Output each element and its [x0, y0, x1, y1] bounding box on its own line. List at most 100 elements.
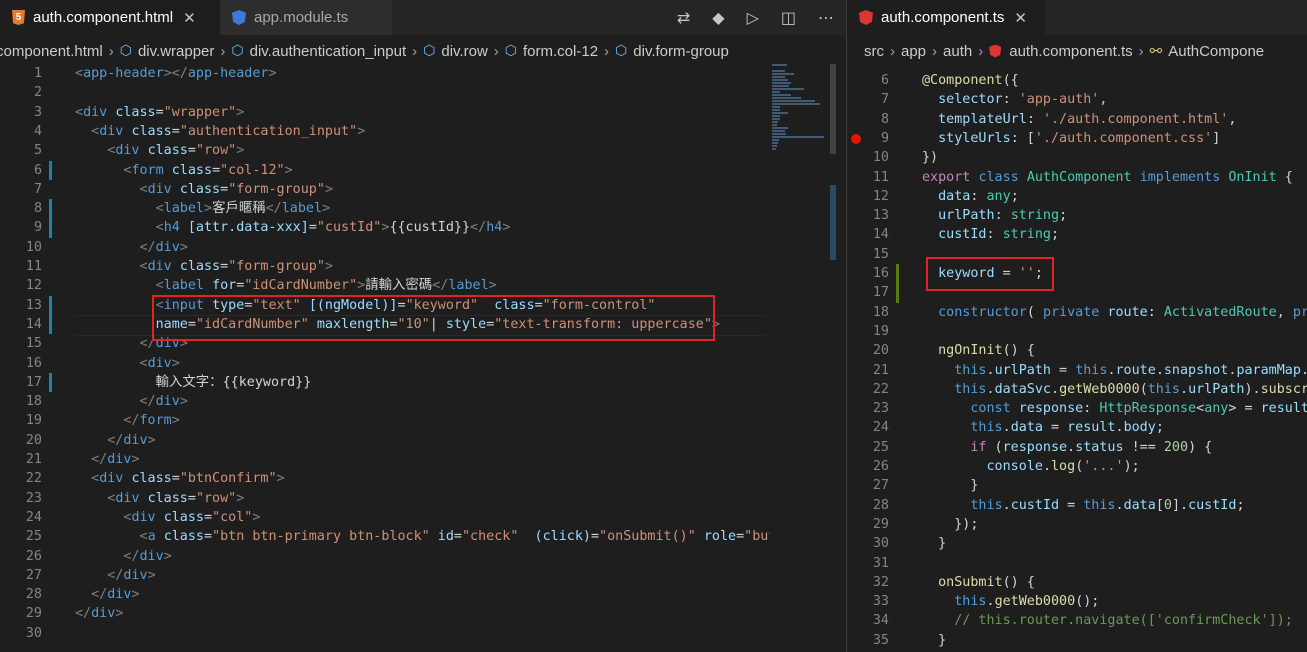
line-number: 26 — [872, 459, 889, 474]
breakpoint-icon[interactable] — [851, 134, 861, 144]
line-number: 11 — [25, 259, 42, 274]
line-number: 19 — [25, 413, 42, 429]
chevron-right-icon: › — [1138, 42, 1144, 60]
breadcrumb-item[interactable]: component.html — [0, 43, 103, 60]
code-text: </div> — [75, 606, 124, 622]
minimap-line — [772, 139, 780, 141]
minimap[interactable] — [770, 64, 830, 154]
breadcrumb-item[interactable]: div.form-group — [633, 43, 729, 60]
breadcrumb-item[interactable]: div.wrapper — [138, 43, 214, 60]
breadcrumb-item[interactable]: src — [864, 43, 884, 60]
breadcrumb-item[interactable]: form.col-12 — [523, 43, 598, 60]
tab-app-module-ts[interactable]: app.module.ts — [220, 0, 392, 35]
line-number: 30 — [25, 625, 42, 641]
line-number: 12 — [872, 188, 889, 204]
close-icon[interactable]: ✕ — [1014, 9, 1027, 27]
code-line: 4 <div class="authentication_input"> — [0, 122, 846, 141]
minimap-line — [772, 106, 781, 108]
line-number: 26 — [25, 548, 42, 564]
minimap-line — [772, 136, 825, 138]
code-text: console.log('...'); — [986, 459, 1140, 474]
line-number: 17 — [872, 285, 889, 301]
minimap-line — [772, 103, 820, 105]
code-line: 19 — [847, 322, 1307, 341]
line-number: 1 — [33, 66, 42, 81]
code-text: } — [922, 632, 947, 648]
code-text: <div class="btnConfirm"> — [91, 471, 285, 487]
line-number: 22 — [25, 471, 42, 487]
breadcrumb-item[interactable]: div.row — [441, 43, 487, 60]
line-number: 31 — [872, 555, 889, 571]
element-icon: ⬡ — [231, 43, 244, 59]
minimap-line — [772, 133, 786, 135]
minimap-line — [772, 79, 789, 81]
modified-line-indicator[interactable] — [49, 372, 52, 393]
close-icon[interactable]: ✕ — [183, 9, 196, 27]
element-icon: ⬡ — [423, 43, 436, 59]
code-line: 20 </div> — [0, 431, 846, 450]
line-number: 27 — [25, 567, 42, 583]
code-line: 22 <div class="btnConfirm"> — [0, 469, 846, 488]
code-line: 21 </div> — [0, 450, 846, 469]
code-line: 32 onSubmit() { — [847, 573, 1307, 592]
breadcrumb-item[interactable]: AuthCompone — [1168, 43, 1264, 60]
minimap-line — [772, 115, 781, 117]
line-number: 5 — [33, 143, 42, 159]
line-number: 21 — [25, 452, 42, 467]
line-number: 7 — [880, 92, 889, 108]
split-editor-icon[interactable]: ◫ — [781, 8, 796, 27]
code-text: <label>客戶暱稱</label> — [155, 201, 331, 217]
code-line: 9 <h4 [attr.data-xxx]="custId">{{custId}… — [0, 218, 846, 237]
left-tab-bar: 5 auth.component.html ✕ app.module.ts ⇄ … — [0, 0, 846, 35]
minimap-line — [772, 142, 778, 144]
compare-changes-icon[interactable]: ⇄ — [677, 8, 690, 27]
code-line: 2 — [0, 83, 846, 102]
code-line: 19 </form> — [0, 411, 846, 430]
more-actions-icon[interactable]: ⋯ — [818, 8, 834, 27]
line-number: 4 — [33, 123, 42, 139]
line-number: 14 — [872, 227, 889, 243]
code-text: <div class="form-group"> — [139, 181, 334, 197]
editor-actions: ⇄ ◆ ▷ ◫ ⋯ — [677, 0, 834, 35]
modified-line-indicator[interactable] — [49, 199, 52, 238]
breadcrumb-item[interactable]: app — [901, 43, 926, 60]
code-text: } — [922, 536, 947, 552]
git-icon[interactable]: ◆ — [712, 8, 724, 27]
code-line: 24 this.data = result.body; — [847, 418, 1307, 437]
code-text: this.custId = this.data[0].custId; — [970, 497, 1245, 513]
minimap-line — [772, 88, 805, 90]
breadcrumb-item[interactable]: auth — [943, 43, 972, 60]
breadcrumb-item[interactable]: div.authentication_input — [250, 43, 407, 60]
line-number: 6 — [33, 162, 42, 178]
chevron-right-icon: › — [220, 42, 226, 60]
breadcrumb-item[interactable]: auth.component.ts — [1009, 43, 1132, 60]
code-line: 21 this.urlPath = this.route.snapshot.pa… — [847, 361, 1307, 380]
code-line: 27 </div> — [0, 566, 846, 585]
code-text: <input type="text" [(ngModel)]="keyword"… — [155, 297, 656, 313]
minimap-line — [772, 76, 785, 78]
minimap-line — [772, 85, 790, 87]
code-text: <div class="row"> — [107, 143, 245, 159]
tab-auth-component-ts[interactable]: auth.component.ts ✕ — [847, 0, 1045, 35]
line-number: 7 — [33, 181, 42, 197]
code-line: 10 </div> — [0, 238, 846, 257]
code-text: export class AuthComponent implements On… — [922, 169, 1293, 185]
angular-icon — [989, 44, 1002, 58]
code-line: 20 ngOnInit() { — [847, 341, 1307, 360]
added-line-indicator[interactable] — [896, 264, 899, 303]
code-line: 16 keyword = ''; — [847, 264, 1307, 283]
line-number: 8 — [880, 111, 889, 127]
run-icon[interactable]: ▷ — [747, 8, 759, 27]
ts-code-editor[interactable]: 6 @Component({7 selector: 'app-auth', 8 te… — [847, 64, 1307, 652]
code-line: 17 輸入文字：{{keyword}} — [0, 373, 846, 392]
class-symbol-icon: ⚯ — [1149, 43, 1163, 60]
modified-line-indicator[interactable] — [49, 160, 52, 180]
minimap-line — [772, 73, 794, 75]
line-number: 19 — [872, 323, 889, 339]
code-line: 7 <div class="form-group"> — [0, 180, 846, 199]
html-code-editor[interactable]: 1 <app-header></app-header> 2 3 <div class="… — [0, 64, 846, 652]
modified-line-indicator[interactable] — [49, 295, 52, 335]
scrollbar-thumb[interactable] — [830, 64, 836, 154]
minimap-line — [772, 91, 781, 93]
tab-auth-component-html[interactable]: 5 auth.component.html ✕ — [0, 0, 220, 35]
